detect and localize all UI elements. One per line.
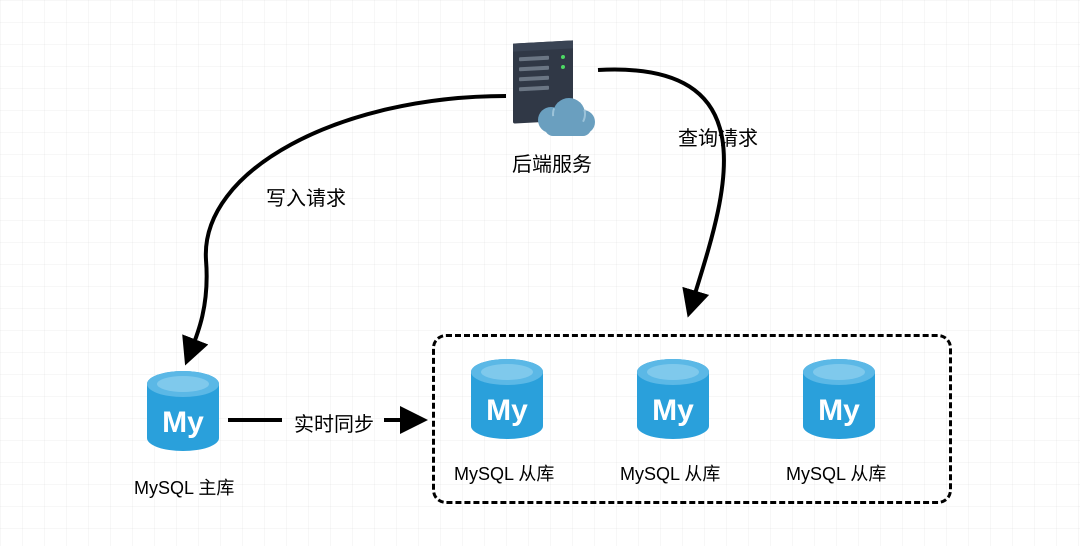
sync-label: 实时同步	[294, 408, 374, 437]
mysql-master-label: MySQL 主库	[134, 474, 234, 500]
mysql-slave-icon-2: My	[634, 358, 712, 448]
mysql-slave-icon-1: My	[468, 358, 546, 448]
svg-text:My: My	[818, 394, 860, 427]
mysql-slave-label-1: MySQL 从库	[454, 460, 554, 486]
mysql-master-icon: My	[144, 370, 222, 460]
backend-server-icon	[505, 30, 595, 140]
mysql-slave-label-3: MySQL 从库	[786, 460, 886, 486]
svg-text:My: My	[652, 394, 694, 427]
mysql-slave-label-2: MySQL 从库	[620, 460, 720, 486]
write-request-label: 写入请求	[266, 182, 346, 211]
server-label: 后端服务	[512, 148, 592, 177]
svg-text:My: My	[486, 394, 528, 427]
mysql-slave-icon-3: My	[800, 358, 878, 448]
query-request-label: 查询请求	[678, 122, 758, 151]
svg-text:My: My	[162, 406, 204, 439]
